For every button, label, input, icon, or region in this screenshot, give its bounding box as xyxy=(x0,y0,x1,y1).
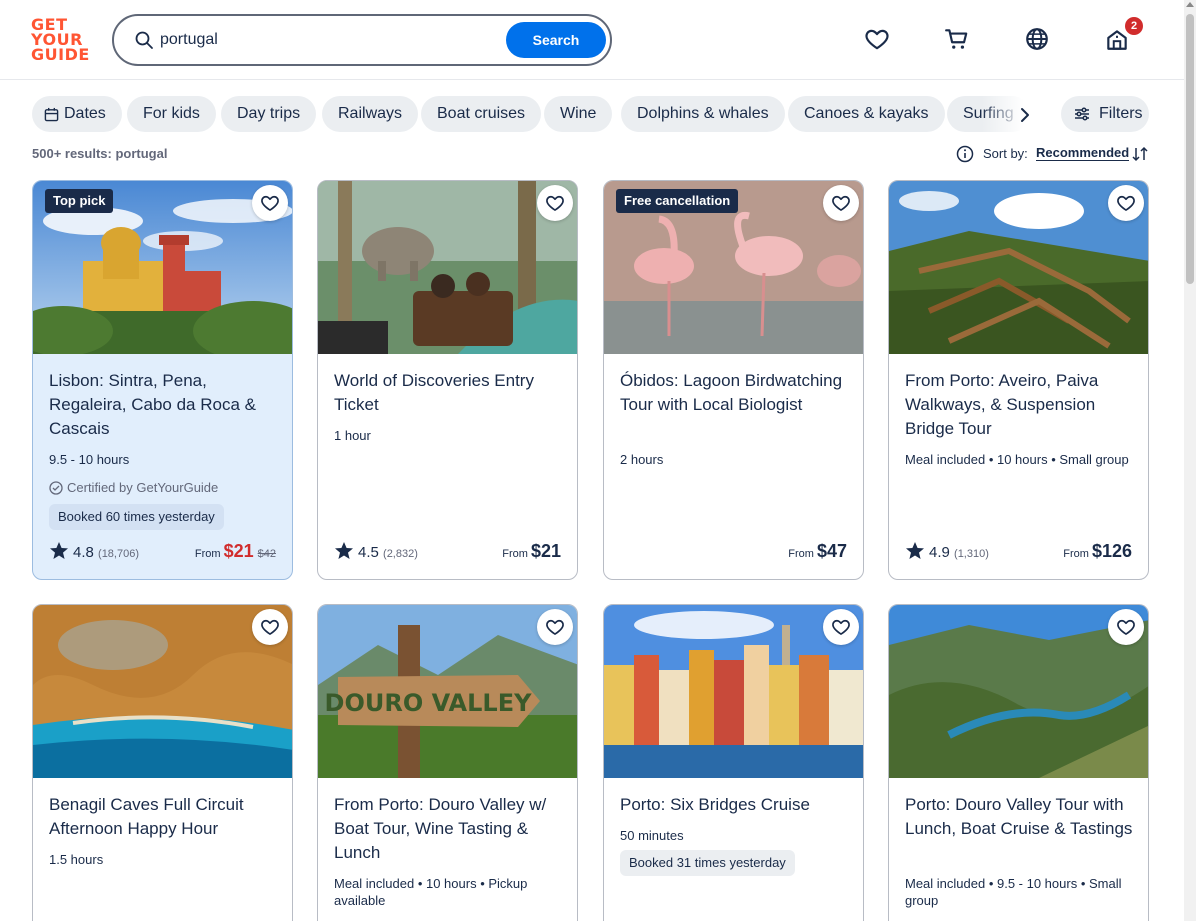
search-icon xyxy=(135,31,153,49)
category-chips: Dates For kids Day trips Railways Boat c… xyxy=(32,96,1042,132)
price: From $21 xyxy=(502,541,561,561)
results-count: 500+ results: portugal xyxy=(32,146,168,161)
activity-card[interactable]: From Porto: Aveiro, Paiva Walkways, & Su… xyxy=(888,180,1149,580)
page-scrollbar[interactable] xyxy=(1184,0,1196,921)
notification-badge: 2 xyxy=(1125,17,1143,35)
wishlist-button[interactable] xyxy=(1108,609,1144,645)
wishlist-button[interactable] xyxy=(252,185,288,221)
cart-icon[interactable] xyxy=(944,26,970,52)
price: From $21 $42 xyxy=(194,541,276,561)
heart-icon xyxy=(832,195,850,211)
wishlist-heart-icon[interactable] xyxy=(864,26,890,52)
heart-icon xyxy=(261,195,279,211)
chip-canoes-kayaks[interactable]: Canoes & kayaks xyxy=(788,96,945,132)
activity-title[interactable]: World of Discoveries Entry Ticket xyxy=(334,369,564,417)
activity-title[interactable]: Porto: Six Bridges Cruise xyxy=(620,793,850,817)
activity-card[interactable]: Free cancellation Óbidos: Lagoon Birdwat… xyxy=(603,180,864,580)
sort-dropdown[interactable]: Recommended xyxy=(1036,146,1130,161)
search-bar: Search xyxy=(112,14,612,66)
check-circle-icon xyxy=(49,481,63,495)
heart-icon xyxy=(832,619,850,635)
activity-card[interactable]: Top pick Lisbon: Sintra, Pena, Regaleira… xyxy=(32,180,293,580)
heart-icon xyxy=(1117,619,1135,635)
chip-wine[interactable]: Wine xyxy=(544,96,613,132)
wishlist-button[interactable] xyxy=(1108,185,1144,221)
calendar-icon xyxy=(44,107,59,122)
star-icon xyxy=(50,542,68,559)
activity-title[interactable]: From Porto: Douro Valley w/ Boat Tour, W… xyxy=(334,793,564,865)
heart-icon xyxy=(546,619,564,635)
sort-label: Sort by: xyxy=(983,146,1028,161)
booked-badge: Booked 60 times yesterday xyxy=(49,504,224,530)
price: From $47 xyxy=(788,541,847,561)
chip-dates[interactable]: Dates xyxy=(32,96,122,132)
heart-icon xyxy=(546,195,564,211)
activity-duration: 50 minutes xyxy=(620,828,684,843)
wishlist-button[interactable] xyxy=(823,609,859,645)
certified-label: Certified by GetYourGuide xyxy=(49,480,218,495)
rating: 4.9 (1,310) xyxy=(905,541,989,561)
activity-duration: 2 hours xyxy=(620,452,664,467)
douro-valley-sign-text: DOURO VALLEY xyxy=(325,689,533,717)
activity-card[interactable]: World of Discoveries Entry Ticket 1 hour… xyxy=(317,180,578,580)
star-icon xyxy=(906,542,924,559)
wishlist-button[interactable] xyxy=(537,185,573,221)
chip-railways[interactable]: Railways xyxy=(322,96,419,132)
chip-dolphins-whales[interactable]: Dolphins & whales xyxy=(621,96,785,132)
activity-details: Meal included • 9.5 - 10 hours • Small g… xyxy=(905,876,1122,908)
wishlist-button[interactable] xyxy=(823,185,859,221)
top-pick-badge: Top pick xyxy=(45,189,114,213)
search-button[interactable]: Search xyxy=(506,22,606,58)
globe-icon[interactable] xyxy=(1024,26,1050,52)
free-cancellation-badge: Free cancellation xyxy=(616,189,739,213)
activity-card[interactable]: Benagil Caves Full Circuit Afternoon Hap… xyxy=(32,604,293,921)
chip-boat-cruises[interactable]: Boat cruises xyxy=(421,96,542,132)
activity-duration: 1.5 hours xyxy=(49,852,104,867)
activity-title[interactable]: Óbidos: Lagoon Birdwatching Tour with Lo… xyxy=(620,369,850,417)
info-icon[interactable] xyxy=(956,145,974,163)
rating: 4.5 (2,832) xyxy=(334,541,418,561)
chip-for-kids[interactable]: For kids xyxy=(127,96,216,132)
star-icon xyxy=(335,542,353,559)
activity-title[interactable]: From Porto: Aveiro, Paiva Walkways, & Su… xyxy=(905,369,1135,441)
heart-icon xyxy=(1117,195,1135,211)
header: GET YOUR GUIDE Search 2 xyxy=(0,0,1184,80)
sort-arrows-icon[interactable] xyxy=(1131,145,1149,163)
scroll-up-arrow-icon[interactable] xyxy=(1186,2,1194,7)
price: From $126 xyxy=(1063,541,1132,561)
rating: 4.8 (18,706) xyxy=(49,541,139,561)
activity-title[interactable]: Porto: Douro Valley Tour with Lunch, Boa… xyxy=(905,793,1135,841)
booked-badge: Booked 31 times yesterday xyxy=(620,850,795,876)
activity-card[interactable]: Porto: Six Bridges Cruise 50 minutes Boo… xyxy=(603,604,864,921)
chip-day-trips[interactable]: Day trips xyxy=(221,96,317,132)
wishlist-button[interactable] xyxy=(537,609,573,645)
activity-title[interactable]: Lisbon: Sintra, Pena, Regaleira, Cabo da… xyxy=(49,369,279,441)
activity-duration: 1 hour xyxy=(334,428,371,443)
getyourguide-logo[interactable]: GET YOUR GUIDE xyxy=(31,17,91,63)
wishlist-button[interactable] xyxy=(252,609,288,645)
heart-icon xyxy=(261,619,279,635)
activity-duration: 9.5 - 10 hours xyxy=(49,452,130,467)
activity-card[interactable]: Porto: Douro Valley Tour with Lunch, Boa… xyxy=(888,604,1149,921)
activity-card[interactable]: DOURO VALLEY From Porto: Douro Valley w/… xyxy=(317,604,578,921)
sliders-icon xyxy=(1075,107,1089,121)
filters-button[interactable]: Filters xyxy=(1061,96,1149,132)
activity-details: Meal included • 10 hours • Pickup availa… xyxy=(334,876,528,908)
scrollbar-thumb[interactable] xyxy=(1186,14,1194,284)
search-input[interactable] xyxy=(160,28,490,52)
activity-details: Meal included • 10 hours • Small group xyxy=(905,452,1129,467)
chevron-right-icon[interactable] xyxy=(1014,104,1036,126)
activity-title[interactable]: Benagil Caves Full Circuit Afternoon Hap… xyxy=(49,793,279,841)
